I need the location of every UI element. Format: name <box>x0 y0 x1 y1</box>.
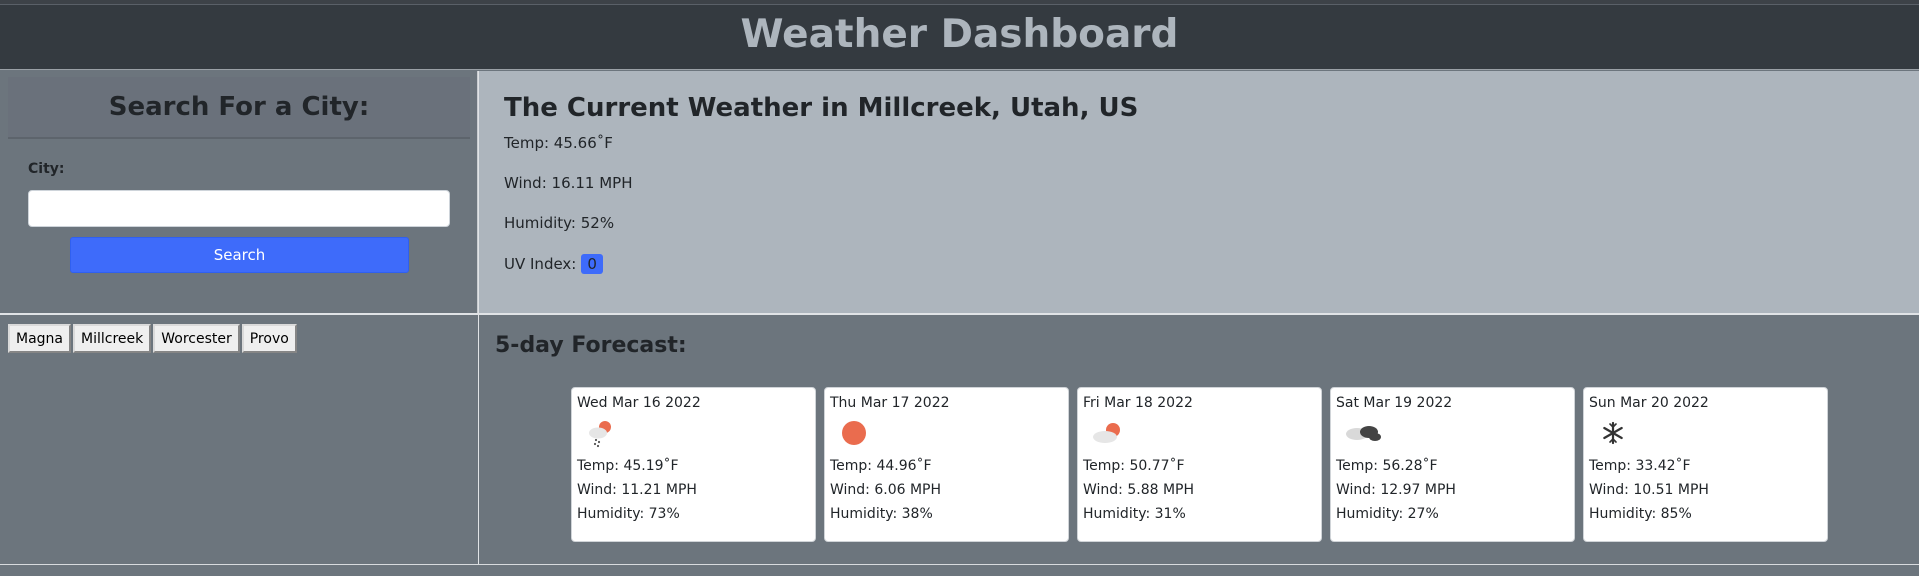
forecast-date: Thu Mar 17 2022 <box>830 395 950 411</box>
forecast-wind: Wind: 10.51 MPH <box>1589 482 1709 498</box>
city-label: City: <box>28 161 65 177</box>
forecast-date: Sat Mar 19 2022 <box>1336 395 1453 411</box>
forecast-humidity: Humidity: 85% <box>1589 506 1692 522</box>
forecast-card: Sun Mar 20 2022 Temp: 33.42˚F Wind: 10.5… <box>1583 387 1828 542</box>
forecast-wind: Wind: 6.06 MPH <box>830 482 942 498</box>
forecast-card: Wed Mar 16 2022 Temp: 45.19˚F Wind: 11.2… <box>571 387 816 542</box>
current-temp: Temp: 45.66˚F <box>504 134 613 152</box>
forecast-temp: Temp: 44.96˚F <box>830 458 932 474</box>
forecast-cards: Wed Mar 16 2022 Temp: 45.19˚F Wind: 11.2… <box>571 387 1828 542</box>
sun-cloud-icon <box>1093 423 1120 443</box>
forecast-date: Fri Mar 18 2022 <box>1083 395 1193 411</box>
forecast-humidity: Humidity: 27% <box>1336 506 1439 522</box>
search-panel: Search For a City: City: Search <box>0 71 478 314</box>
search-history-panel: Magna Millcreek Worcester Provo <box>0 315 478 564</box>
page-title: Weather Dashboard <box>740 12 1179 57</box>
dark-clouds-icon <box>1346 426 1381 441</box>
current-wind: Wind: 16.11 MPH <box>504 174 633 192</box>
forecast-panel: 5-day Forecast: Wed Mar 16 2022 Temp: 45… <box>479 315 1919 564</box>
forecast-wind: Wind: 12.97 MPH <box>1336 482 1456 498</box>
current-weather-title: The Current Weather in Millcreek, Utah, … <box>504 93 1139 123</box>
forecast-humidity: Humidity: 38% <box>830 506 933 522</box>
page-header: Weather Dashboard <box>0 5 1919 70</box>
forecast-title: 5-day Forecast: <box>495 333 687 358</box>
history-button-millcreek[interactable]: Millcreek <box>73 324 152 353</box>
sun-icon <box>842 421 866 445</box>
history-button-magna[interactable]: Magna <box>8 324 71 353</box>
search-history-list: Magna Millcreek Worcester Provo <box>8 324 297 353</box>
forecast-card: Fri Mar 18 2022 Temp: 50.77˚F Wind: 5.88… <box>1077 387 1322 542</box>
current-humidity: Humidity: 52% <box>504 214 615 232</box>
forecast-humidity: Humidity: 31% <box>1083 506 1186 522</box>
snowflake-icon <box>1603 421 1623 445</box>
forecast-wind: Wind: 5.88 MPH <box>1083 482 1195 498</box>
search-heading: Search For a City: <box>8 77 470 139</box>
forecast-humidity: Humidity: 73% <box>577 506 680 522</box>
forecast-wind: Wind: 11.21 MPH <box>577 482 697 498</box>
history-button-worcester[interactable]: Worcester <box>153 324 240 353</box>
history-button-provo[interactable]: Provo <box>241 324 297 353</box>
search-button[interactable]: Search <box>70 237 409 273</box>
current-uv-row: UV Index: 0 <box>504 254 603 274</box>
forecast-date: Sun Mar 20 2022 <box>1589 395 1709 411</box>
uv-index-badge: 0 <box>581 254 603 274</box>
city-input[interactable] <box>28 190 450 227</box>
forecast-temp: Temp: 33.42˚F <box>1589 458 1691 474</box>
uv-label: UV Index: <box>504 255 577 273</box>
forecast-temp: Temp: 50.77˚F <box>1083 458 1185 474</box>
forecast-card: Thu Mar 17 2022 Temp: 44.96˚F Wind: 6.06… <box>824 387 1069 542</box>
forecast-temp: Temp: 45.19˚F <box>577 458 679 474</box>
sun-cloud-rain-icon <box>589 421 611 448</box>
search-heading-text: Search For a City: <box>108 92 370 122</box>
footer-strip <box>0 564 1919 576</box>
forecast-card: Sat Mar 19 2022 Temp: 56.28˚F Wind: 12.9… <box>1330 387 1575 542</box>
forecast-date: Wed Mar 16 2022 <box>577 395 701 411</box>
forecast-temp: Temp: 56.28˚F <box>1336 458 1438 474</box>
current-weather-panel: The Current Weather in Millcreek, Utah, … <box>479 71 1919 314</box>
